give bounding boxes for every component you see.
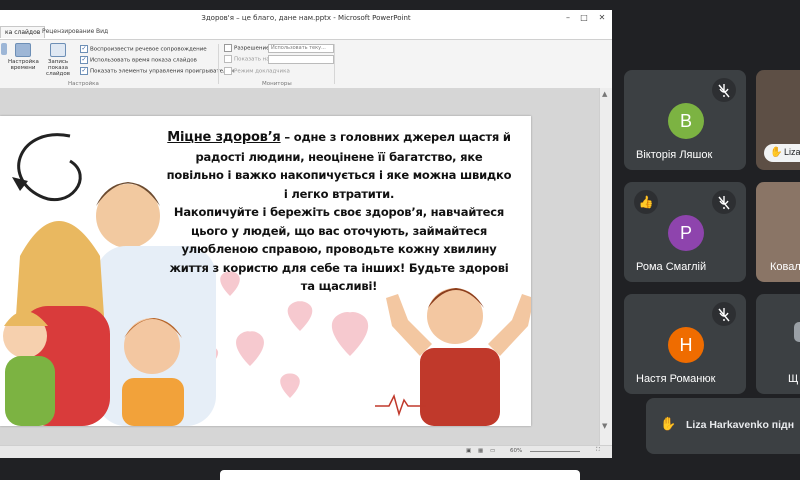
ribbon: Настройка времени Запись показа слайдов … xyxy=(0,40,612,89)
show-on-dropdown[interactable] xyxy=(268,55,334,64)
checkbox-narration[interactable]: ✓ Воспроизвести речевое сопровождение xyxy=(80,45,207,53)
slideshow-view-icon[interactable]: ▭ xyxy=(490,448,495,454)
name-chip: ✋ Liza xyxy=(764,144,800,162)
minimize-icon[interactable]: – xyxy=(560,12,576,24)
vertical-scrollbar[interactable]: ▲ ▼ xyxy=(599,88,612,446)
ribbon-separator xyxy=(334,44,335,84)
hand-raised-notification[interactable]: ✋ Liza Harkavenko підн xyxy=(646,398,800,454)
tab-review[interactable]: Рецензирование xyxy=(42,28,94,35)
record-icon xyxy=(50,43,66,57)
mic-off-icon xyxy=(712,302,736,326)
raised-hand-icon: 👍 xyxy=(634,190,658,214)
participant-name: Вікторія Ляшок xyxy=(636,149,713,161)
slide-editing-area: Міцне здоров’я – одне з головних джерел … xyxy=(0,88,612,446)
participant-tile[interactable]: В Вікторія Ляшок xyxy=(624,70,746,170)
close-icon[interactable]: ✕ xyxy=(594,12,610,24)
partial-button[interactable] xyxy=(0,43,8,57)
record-label: Запись показа слайдов xyxy=(46,59,70,77)
slide-paragraph-2: Накопичуйте і бережіть своє здоров’я, на… xyxy=(169,205,509,293)
fit-slide-icon[interactable]: ⛶ xyxy=(596,447,600,454)
scroll-down-icon[interactable]: ▼ xyxy=(602,422,607,430)
tab-view[interactable]: Вид xyxy=(96,28,108,35)
mic-off-icon xyxy=(712,190,736,214)
raised-hand-icon: ✋ xyxy=(660,417,677,432)
avatar: Р xyxy=(668,215,704,251)
participant-name: Liza xyxy=(784,147,800,157)
record-button[interactable]: Запись показа слайдов xyxy=(40,43,76,77)
title-bar: Здоров'я – це благо, дане нам.pptx - Mic… xyxy=(0,10,612,26)
participant-tile-video[interactable]: ✋ Liza xyxy=(756,70,800,170)
checkbox-media-controls[interactable]: ✓ Показать элементы управления проигрыват… xyxy=(80,67,234,75)
slide-lead: Міцне здоров’я xyxy=(167,130,281,145)
powerpoint-window: Здоров'я – це благо, дане нам.pptx - Mic… xyxy=(0,10,612,458)
monitor-icon xyxy=(224,55,232,63)
checkbox-timings[interactable]: ✓ Использовать время показа слайдов xyxy=(80,56,197,64)
timing-label: Настройка времени xyxy=(8,59,39,71)
group-label-monitors: Мониторы xyxy=(262,81,292,87)
monitor-icon xyxy=(224,44,232,52)
normal-view-icon[interactable]: ▣ xyxy=(466,448,471,454)
timing-icon xyxy=(15,43,31,57)
tab-slideshow[interactable]: ка слайдов xyxy=(0,26,46,38)
window-title: Здоров'я – це благо, дане нам.pptx - Mic… xyxy=(201,14,411,22)
participant-name: Щ xyxy=(788,373,799,385)
avatar: Н xyxy=(668,327,704,363)
show-on-label: Показать на: xyxy=(224,55,272,63)
participant-name: Ковал xyxy=(770,261,800,273)
meet-bottom-bar xyxy=(220,470,580,480)
zoom-slider[interactable] xyxy=(530,451,580,452)
status-bar: ▣ ▦ ▭ 60% ⛶ xyxy=(0,445,612,458)
participant-tile[interactable]: Щ xyxy=(756,294,800,394)
participant-name: Настя Романюк xyxy=(636,373,716,385)
checkbox-checked-icon: ✓ xyxy=(80,56,88,64)
timing-button[interactable]: Настройка времени xyxy=(8,43,39,71)
participant-tile-video[interactable]: Ковал xyxy=(756,182,800,282)
avatar: В xyxy=(668,103,704,139)
avatar xyxy=(794,322,800,342)
slide[interactable]: Міцне здоров’я – одне з головних джерел … xyxy=(0,116,531,426)
participant-tile[interactable]: Н Настя Романюк xyxy=(624,294,746,394)
raised-hand-icon: ✋ xyxy=(770,147,783,158)
ribbon-tabs: ка слайдов Рецензирование Вид xyxy=(0,26,612,40)
checkbox-icon xyxy=(224,67,232,75)
zoom-level: 60% xyxy=(510,448,523,454)
checkbox-presenter-mode[interactable]: Режим докладчика xyxy=(224,67,290,75)
scroll-up-icon[interactable]: ▲ xyxy=(602,90,607,98)
checkbox-checked-icon: ✓ xyxy=(80,45,88,53)
ribbon-separator xyxy=(218,44,219,84)
resolution-label: Разрешение: xyxy=(224,44,271,52)
participant-tile[interactable]: 👍 Р Рома Смаглій xyxy=(624,182,746,282)
resolution-dropdown[interactable]: Использовать теку... xyxy=(268,44,334,53)
sorter-view-icon[interactable]: ▦ xyxy=(478,448,483,454)
mic-off-icon xyxy=(712,78,736,102)
partial-icon xyxy=(1,43,7,55)
slide-text-box[interactable]: Міцне здоров’я – одне з головних джерел … xyxy=(166,128,512,296)
arrow-swirl xyxy=(17,133,82,202)
checkbox-checked-icon: ✓ xyxy=(80,67,88,75)
group-label-setup: Настройка xyxy=(68,81,99,87)
notification-text: Liza Harkavenko підн xyxy=(686,419,795,431)
participant-name: Рома Смаглій xyxy=(636,261,707,273)
maximize-icon[interactable]: □ xyxy=(576,12,592,24)
